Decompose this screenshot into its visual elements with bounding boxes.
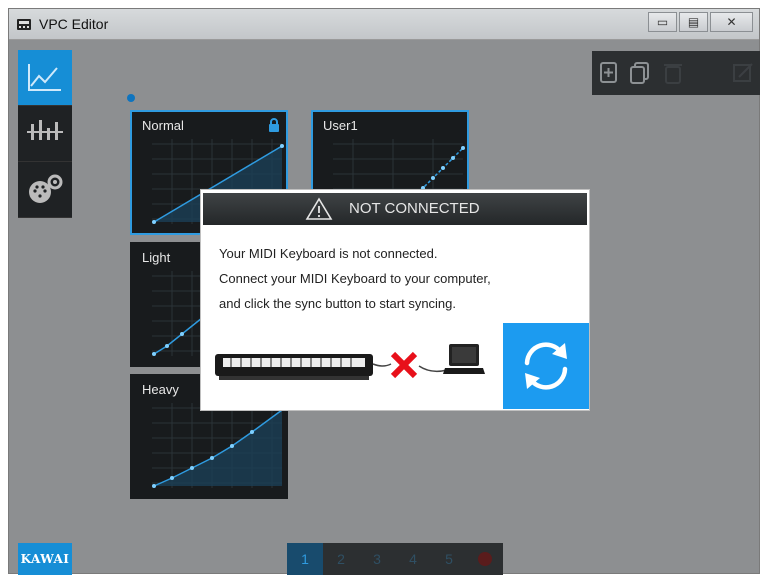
laptop-icon bbox=[443, 344, 485, 374]
curve-toolbar bbox=[592, 51, 760, 95]
sync-icon bbox=[524, 342, 568, 390]
curve-label: Heavy bbox=[142, 382, 179, 397]
window-title: VPC Editor bbox=[39, 16, 109, 32]
page-tabs: 1 2 3 4 5 bbox=[287, 543, 503, 575]
app-icon bbox=[17, 19, 31, 30]
sliders-icon bbox=[27, 120, 63, 140]
error-x-icon bbox=[390, 351, 418, 379]
dialog-message-line-2: Connect your MIDI Keyboard to your compu… bbox=[219, 271, 491, 286]
sidebar bbox=[18, 50, 72, 218]
page-tab-1[interactable]: 1 bbox=[287, 543, 323, 575]
edit-icon[interactable] bbox=[732, 61, 754, 85]
keyboard-icon bbox=[215, 354, 373, 380]
minimize-button[interactable]: ▭ bbox=[648, 12, 677, 32]
delete-dot-icon bbox=[478, 552, 492, 566]
midi-gear-icon bbox=[29, 174, 63, 203]
close-icon: ✕ bbox=[726, 15, 737, 29]
sidebar-item-touch-curve[interactable] bbox=[18, 50, 72, 106]
copy-icon[interactable] bbox=[628, 61, 652, 85]
page-tab-3[interactable]: 3 bbox=[359, 543, 395, 575]
main-area: Normal User1 Light Heavy KAWAI 1 2 3 4 5… bbox=[9, 40, 760, 575]
dialog-message-line-1: Your MIDI Keyboard is not connected. bbox=[219, 246, 438, 261]
minimize-icon: ▭ bbox=[656, 15, 669, 29]
page-tab-4[interactable]: 4 bbox=[395, 543, 431, 575]
close-button[interactable]: ✕ bbox=[710, 12, 753, 32]
curve-label: User1 bbox=[323, 118, 358, 133]
curve-chart bbox=[152, 403, 283, 488]
dialog-message-line-3: and click the sync button to start synci… bbox=[219, 296, 457, 311]
warning-icon bbox=[305, 197, 333, 220]
curve-label: Normal bbox=[142, 118, 184, 133]
not-connected-dialog: NOT CONNECTED Your MIDI Keyboard is not … bbox=[200, 189, 590, 411]
dialog-header: NOT CONNECTED bbox=[203, 193, 587, 225]
app-window: VPC Editor ▭ ▤ ✕ Normal User1 Light Heav… bbox=[8, 8, 760, 575]
title-bar: VPC Editor ▭ ▤ ✕ bbox=[9, 9, 759, 40]
maximize-icon: ▤ bbox=[687, 15, 700, 29]
lock-icon bbox=[269, 118, 279, 132]
sync-button[interactable] bbox=[503, 323, 589, 409]
kawai-logo: KAWAI bbox=[18, 543, 72, 575]
chart-line-icon bbox=[28, 64, 61, 91]
page-tab-5[interactable]: 5 bbox=[431, 543, 467, 575]
sidebar-item-voicing[interactable] bbox=[18, 106, 72, 162]
new-file-icon[interactable] bbox=[598, 61, 620, 85]
sidebar-item-midi-settings[interactable] bbox=[18, 162, 72, 218]
page-indicator-dot bbox=[127, 94, 135, 102]
delete-page-button[interactable] bbox=[467, 543, 503, 575]
maximize-button[interactable]: ▤ bbox=[679, 12, 708, 32]
curve-label: Light bbox=[142, 250, 171, 265]
dialog-title: NOT CONNECTED bbox=[349, 200, 480, 217]
connection-illustration bbox=[215, 344, 485, 380]
delete-icon[interactable] bbox=[662, 61, 684, 85]
page-tab-2[interactable]: 2 bbox=[323, 543, 359, 575]
